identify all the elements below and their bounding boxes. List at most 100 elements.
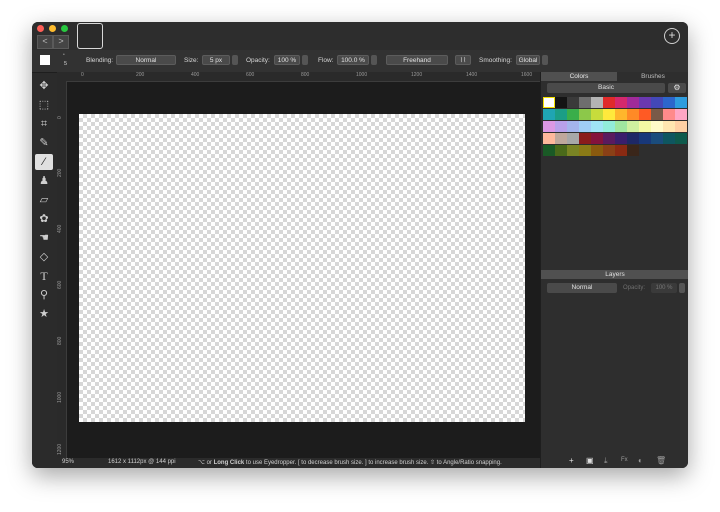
gear-icon[interactable]: ⚙ — [668, 83, 686, 93]
symmetry-icon[interactable]: ⌇⌇ — [455, 55, 471, 65]
color-swatch[interactable] — [627, 97, 639, 108]
document-canvas[interactable] — [79, 114, 525, 422]
minimize-window-button[interactable] — [49, 25, 56, 32]
color-swatch[interactable] — [591, 121, 603, 132]
color-swatch[interactable] — [603, 121, 615, 132]
color-swatch[interactable] — [675, 109, 687, 120]
color-swatch[interactable] — [555, 133, 567, 144]
color-swatch[interactable] — [567, 133, 579, 144]
color-swatch[interactable] — [567, 109, 579, 120]
text-tool-icon[interactable]: T — [35, 268, 53, 284]
layer-opacity-field[interactable]: 100 % — [651, 283, 677, 293]
color-swatch[interactable] — [603, 133, 615, 144]
document-thumbnail[interactable] — [77, 23, 103, 49]
smoothing-stepper[interactable] — [542, 55, 548, 65]
trash-icon[interactable]: 🗑 — [656, 456, 666, 465]
fx-icon[interactable]: Fx — [621, 457, 628, 463]
size-stepper[interactable] — [232, 55, 238, 65]
color-swatch[interactable] — [603, 109, 615, 120]
palette-select[interactable]: Basic — [547, 83, 665, 93]
color-swatch[interactable] — [651, 121, 663, 132]
move-tool-icon[interactable]: ✥ — [35, 78, 53, 94]
mode-select[interactable]: Freehand — [386, 55, 448, 65]
color-swatch[interactable] — [663, 109, 675, 120]
color-swatch[interactable] — [675, 97, 687, 108]
color-swatch[interactable] — [579, 109, 591, 120]
color-swatch[interactable] — [615, 109, 627, 120]
color-swatch[interactable] — [579, 121, 591, 132]
color-swatch[interactable] — [543, 121, 555, 132]
crop-tool-icon[interactable]: ⌗ — [35, 116, 53, 132]
eyedropper-tool-icon[interactable]: ✎ — [35, 135, 53, 151]
zoom-tool-icon[interactable]: ⚲ — [35, 287, 53, 303]
layers-header[interactable]: Layers — [541, 270, 688, 279]
flow-field[interactable]: 100.0 % — [337, 55, 369, 65]
close-window-button[interactable] — [37, 25, 44, 32]
color-swatch[interactable] — [627, 133, 639, 144]
tab-brushes[interactable]: Brushes — [617, 72, 688, 81]
color-swatch[interactable] — [627, 145, 639, 156]
color-swatch[interactable] — [615, 121, 627, 132]
add-layer-icon[interactable]: + — [569, 456, 574, 465]
color-swatch[interactable] — [543, 133, 555, 144]
color-swatch[interactable] — [663, 121, 675, 132]
color-swatch[interactable] — [627, 121, 639, 132]
color-swatch[interactable] — [579, 97, 591, 108]
color-swatch[interactable] — [663, 97, 675, 108]
opacity-stepper[interactable] — [302, 55, 308, 65]
color-swatch[interactable] — [543, 145, 555, 156]
smoothing-field[interactable]: Global — [516, 55, 540, 65]
plus-circle-icon[interactable]: + — [664, 28, 680, 44]
color-swatch[interactable] — [567, 121, 579, 132]
color-swatch[interactable] — [639, 121, 651, 132]
back-button[interactable]: < — [37, 35, 53, 49]
color-swatch[interactable] — [555, 145, 567, 156]
color-swatch[interactable] — [591, 145, 603, 156]
color-swatch[interactable] — [579, 133, 591, 144]
color-swatch[interactable] — [651, 133, 663, 144]
adjust-icon[interactable]: ◐ — [638, 456, 643, 465]
color-swatch[interactable] — [615, 133, 627, 144]
color-swatch[interactable] — [675, 133, 687, 144]
color-swatch[interactable] — [615, 145, 627, 156]
flow-stepper[interactable] — [371, 55, 377, 65]
layer-opacity-stepper[interactable] — [679, 283, 685, 293]
color-swatch[interactable] — [579, 145, 591, 156]
tab-colors[interactable]: Colors — [541, 72, 617, 81]
color-swatch[interactable] — [567, 145, 579, 156]
download-icon[interactable]: ⤓ — [604, 456, 608, 466]
eraser-tool-icon[interactable]: ▱ — [35, 192, 53, 208]
color-swatch[interactable] — [663, 133, 675, 144]
color-swatch[interactable] — [543, 97, 555, 108]
color-swatch[interactable] — [603, 145, 615, 156]
primary-color-swatch[interactable] — [40, 55, 50, 65]
color-swatch[interactable] — [639, 133, 651, 144]
zoom-level[interactable]: 95% — [62, 459, 74, 465]
color-swatch[interactable] — [627, 109, 639, 120]
blur-tool-icon[interactable]: ✿ — [35, 211, 53, 227]
color-swatch[interactable] — [567, 97, 579, 108]
color-swatch[interactable] — [639, 109, 651, 120]
stamp-tool-icon[interactable]: ♟ — [35, 173, 53, 189]
color-swatch[interactable] — [639, 97, 651, 108]
size-field[interactable]: 5 px — [202, 55, 230, 65]
color-swatch[interactable] — [675, 121, 687, 132]
opacity-field[interactable]: 100 % — [274, 55, 300, 65]
marquee-tool-icon[interactable]: ⬚ — [35, 97, 53, 113]
color-swatch[interactable] — [591, 133, 603, 144]
smudge-tool-icon[interactable]: ☚ — [35, 230, 53, 246]
group-layer-icon[interactable]: ▣ — [586, 456, 594, 465]
blending-select[interactable]: Normal — [116, 55, 176, 65]
color-swatch[interactable] — [555, 97, 567, 108]
color-swatch[interactable] — [651, 97, 663, 108]
color-swatch[interactable] — [591, 97, 603, 108]
brush-tool-icon[interactable]: ⁄ — [35, 154, 53, 170]
layer-blend-mode-select[interactable]: Normal — [547, 283, 617, 293]
color-swatch[interactable] — [555, 109, 567, 120]
fill-tool-icon[interactable]: ◇ — [35, 249, 53, 265]
zoom-window-button[interactable] — [61, 25, 68, 32]
color-swatch[interactable] — [615, 97, 627, 108]
color-swatch[interactable] — [543, 109, 555, 120]
favorites-tool-icon[interactable]: ★ — [35, 306, 53, 322]
color-swatch[interactable] — [603, 97, 615, 108]
